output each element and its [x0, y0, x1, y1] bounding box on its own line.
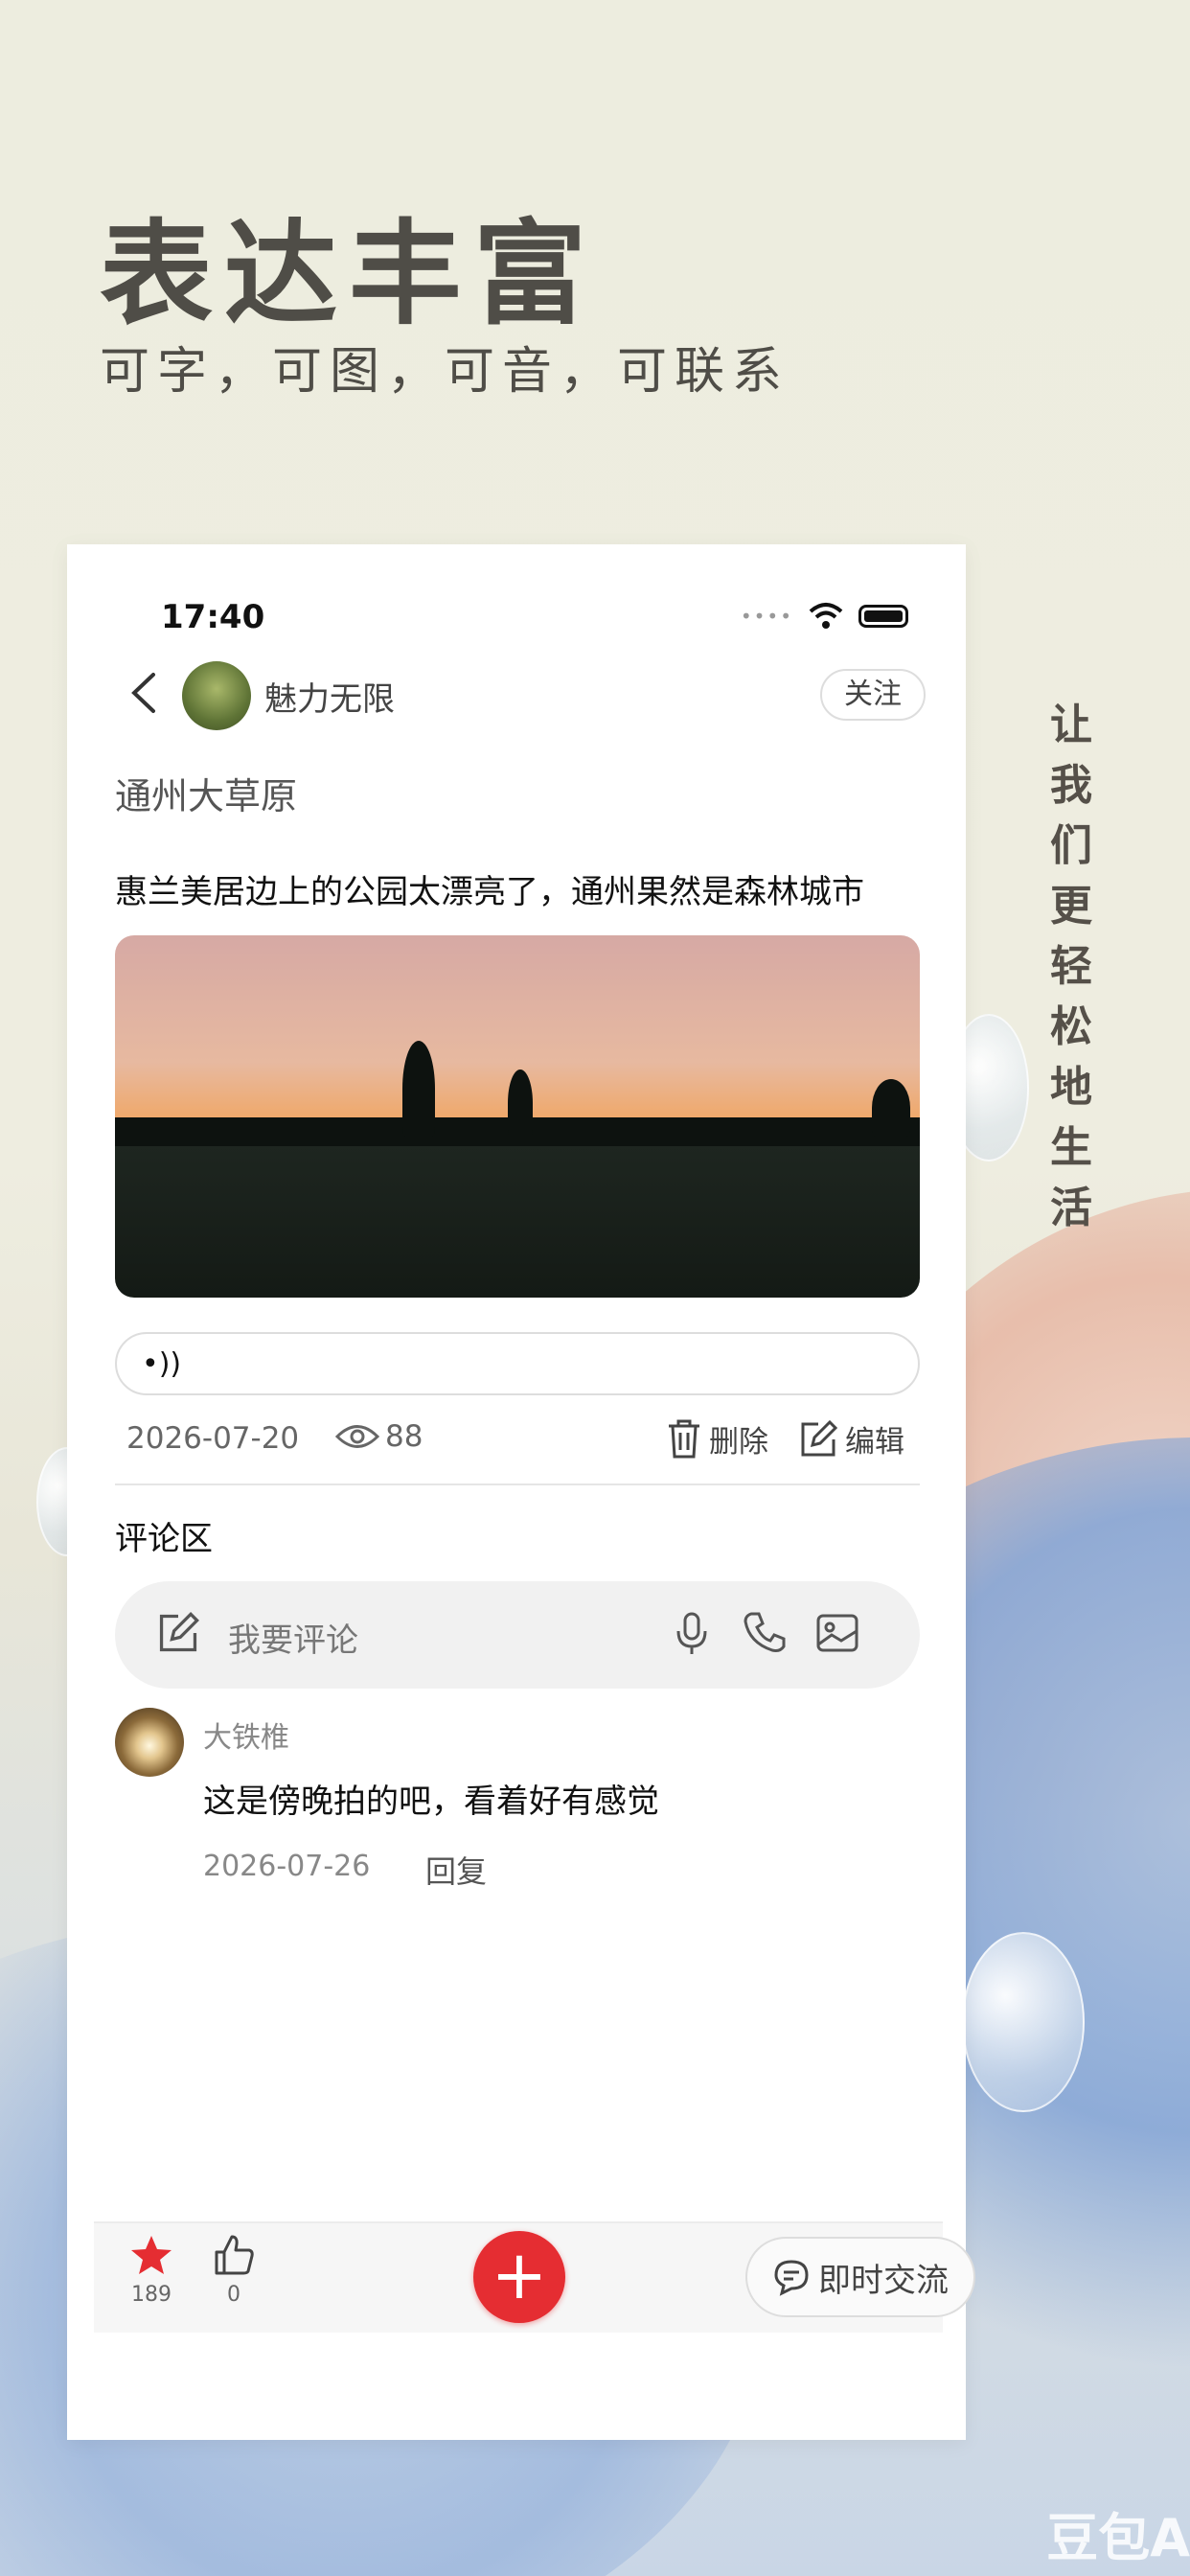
- post-date: 2026-07-20: [126, 1421, 300, 1456]
- post-content: 惠兰美居边上的公园太漂亮了，通州果然是森林城市: [115, 873, 864, 911]
- tagline-char: 让: [1050, 701, 1092, 749]
- chat-icon: [774, 2260, 809, 2296]
- delete-button[interactable]: 删除: [665, 1417, 768, 1460]
- audio-player[interactable]: •)): [115, 1332, 920, 1395]
- reply-button[interactable]: 回复: [425, 1848, 487, 1892]
- edit-button[interactable]: 编辑: [797, 1417, 904, 1460]
- tagline-char: 活: [1050, 1184, 1092, 1232]
- star-icon: [131, 2236, 172, 2274]
- image-icon[interactable]: [814, 1610, 860, 1656]
- comment-placeholder[interactable]: 我要评论: [228, 1614, 358, 1661]
- author-name[interactable]: 魅力无限: [264, 673, 395, 720]
- phone-screen: 17:40 •••• 魅力无限 关注 通州大草原 惠兰美居边上的公园太漂亮了，通…: [67, 544, 975, 2440]
- photo-tree: [508, 1070, 533, 1137]
- nav-bar: 魅力无限 关注: [67, 650, 966, 736]
- bottom-bar: 189 0 + 即时交流: [94, 2221, 975, 2333]
- promo-page: 表达丰富 可字，可图，可音，可联系 让 我 们 更 轻 松 地 生 活 17:4…: [0, 0, 1190, 2576]
- views-count: 88: [385, 1419, 423, 1454]
- like-button[interactable]: 0: [205, 2233, 263, 2307]
- vertical-tagline: 让 我 们 更 轻 松 地 生 活: [1042, 695, 1100, 1238]
- edit-icon: [801, 1419, 838, 1456]
- tagline-char: 生: [1050, 1123, 1092, 1172]
- tagline-char: 们: [1050, 821, 1092, 870]
- commenter-avatar[interactable]: [115, 1708, 184, 1777]
- signal-icon: ••••: [740, 605, 793, 628]
- chat-label: 即时交流: [818, 2261, 949, 2300]
- audio-wave-icon[interactable]: •)): [142, 1347, 181, 1381]
- delete-label: 删除: [709, 1425, 768, 1460]
- tagline-char: 我: [1050, 761, 1092, 810]
- post-photo[interactable]: [115, 935, 920, 1298]
- post-title: 通州大草原: [115, 775, 298, 817]
- author-avatar[interactable]: [182, 661, 251, 730]
- comment-input[interactable]: 我要评论: [115, 1581, 920, 1689]
- tagline-char: 地: [1050, 1063, 1092, 1112]
- wifi-icon: [809, 603, 843, 629]
- microphone-icon[interactable]: [669, 1610, 715, 1656]
- comments-header: 评论区: [115, 1520, 213, 1558]
- favorites-count: 189: [131, 2283, 172, 2307]
- back-icon[interactable]: [125, 669, 163, 717]
- thumbs-up-icon: [215, 2235, 254, 2275]
- follow-button[interactable]: 关注: [820, 669, 926, 721]
- decor-bubble: [962, 1932, 1085, 2112]
- favorite-button[interactable]: 189: [123, 2233, 180, 2307]
- tagline-char: 轻: [1050, 942, 1092, 991]
- promo-headline: 表达丰富: [100, 207, 599, 340]
- views: 88: [335, 1419, 423, 1454]
- tagline-char: 松: [1050, 1002, 1092, 1051]
- commenter-name[interactable]: 大铁椎: [203, 1714, 289, 1756]
- instant-chat-button[interactable]: 即时交流: [745, 2237, 975, 2317]
- status-time: 17:40: [161, 598, 265, 636]
- edit-label: 编辑: [845, 1425, 904, 1460]
- status-icons: ••••: [741, 602, 908, 631]
- battery-icon: [858, 605, 908, 628]
- comment-text: 这是傍晚拍的吧，看着好有感觉: [203, 1782, 659, 1821]
- likes-count: 0: [227, 2283, 240, 2307]
- edit-icon: [159, 1612, 199, 1652]
- eye-icon: [335, 1425, 379, 1448]
- photo-tree: [402, 1041, 435, 1137]
- phone-icon[interactable]: [742, 1610, 788, 1656]
- divider: [115, 1484, 920, 1485]
- add-button[interactable]: +: [473, 2231, 565, 2323]
- tagline-char: 更: [1050, 882, 1092, 931]
- watermark: 豆包A: [1046, 2508, 1190, 2568]
- trash-icon: [669, 1419, 699, 1458]
- photo-tree: [872, 1079, 910, 1137]
- promo-subline: 可字，可图，可音，可联系: [100, 343, 790, 401]
- comment-date: 2026-07-26: [203, 1850, 371, 1883]
- post-meta: 2026-07-20 88 删除 编辑: [115, 1412, 920, 1469]
